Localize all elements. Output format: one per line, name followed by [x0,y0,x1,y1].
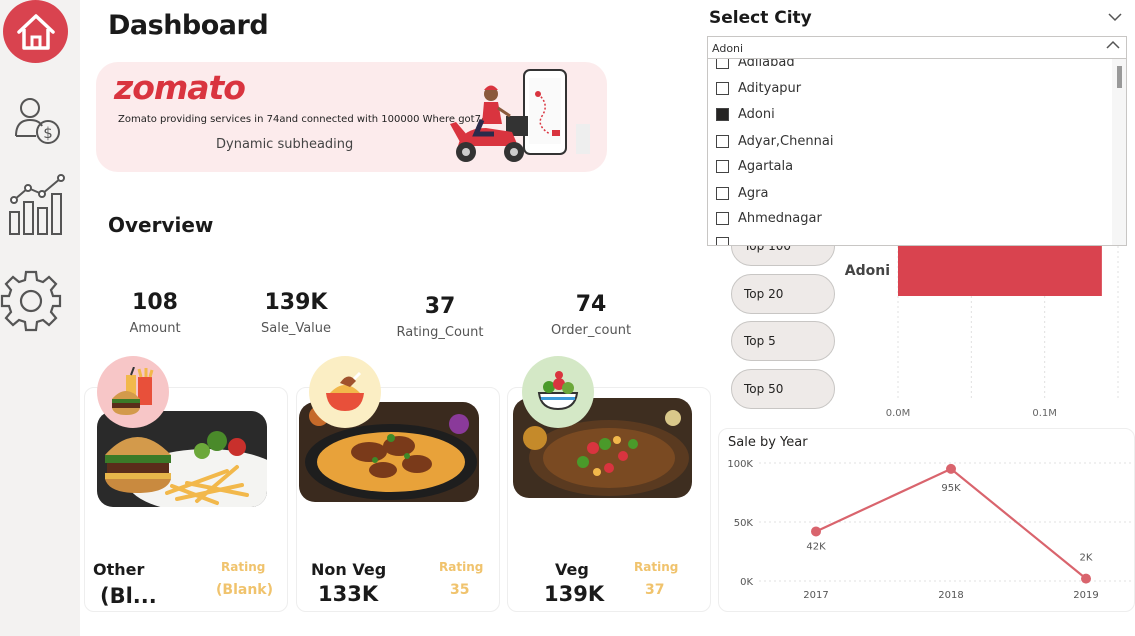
sidebar: $ [0,0,80,636]
top-20-button[interactable]: Top 20 [731,274,835,314]
top-5-button[interactable]: Top 5 [731,321,835,361]
analytics-chart-icon[interactable] [6,174,66,235]
city-option-agra[interactable]: Agra [716,186,768,201]
kpi-sale-value: 139K Sale_Value [246,290,346,336]
kpi-value: 37 [424,294,456,319]
checkbox[interactable] [716,82,729,95]
city-option-adityapur[interactable]: Adityapur [716,81,801,96]
delivery-scooter-icon [450,69,590,162]
y-tick-label: 100K [727,459,753,470]
category-name: Non Veg [311,560,387,579]
city-option-label: Adilabad [738,59,795,70]
category-name: Veg [555,560,589,579]
chevron-up-icon[interactable] [1106,39,1120,54]
city-option-label: Agartala [738,159,794,174]
city-option-adoni[interactable]: Adoni [716,107,775,122]
city-option-label: Adyar,Chennai [738,134,834,149]
kpi-label: Sale_Value [260,321,332,336]
city-dropdown[interactable]: Adoni Adilabad Adityapur Adoni Adyar,Che… [707,36,1127,246]
checkbox[interactable] [716,59,729,69]
rating-value: 35 [450,582,470,598]
page-title: Dashboard [108,10,269,41]
zomato-logo: zomato [114,68,246,107]
category-label: Adoni [845,263,890,279]
scrollbar-thumb[interactable] [1117,66,1122,88]
city-option-label: Ahmednagar [738,211,822,226]
kpi-value: 139K [264,290,328,315]
x-tick-label: 2018 [938,590,963,601]
city-option-label: Adoni [738,107,775,122]
kpi-order-count: 74 Order_count [541,292,641,338]
sale-by-year-line-chart: 0K 50K 100K 42K 2017 95K 2018 2K 2019 [727,459,1131,601]
fast-food-icon [97,356,169,428]
select-city-title: Select City [709,8,812,28]
city-sales-bar-chart: Adoni 0.0M 0.1M [845,246,1119,419]
banner-subheading: Dynamic subheading [216,137,354,152]
y-tick-label: 0K [740,577,753,588]
data-point [811,526,821,537]
rating-value: 37 [645,582,665,598]
city-option-adilabad[interactable]: Adilabad [716,59,795,70]
banner-text: Zomato providing services in 74and conne… [118,114,501,125]
category-card-veg[interactable]: Veg 139K Rating 37 [507,356,711,612]
top-50-button[interactable]: Top 50 [731,369,835,409]
selected-city-text: Adoni [712,42,744,55]
kpi-amount: 108 Amount [110,290,200,336]
y-tick-label: 50K [734,518,754,529]
chevron-down-icon[interactable] [1108,8,1122,26]
city-option-partial[interactable] [716,237,729,245]
checkbox[interactable] [716,160,729,173]
data-label: 42K [806,541,826,552]
overview-title: Overview [108,213,214,237]
city-options-list: Adilabad Adityapur Adoni Adyar,Chennai A… [708,59,1112,245]
kpi-value: 74 [575,292,607,317]
city-option-label: Agra [738,186,769,201]
category-value: 133K [318,582,379,606]
checkbox[interactable] [716,237,729,245]
category-card-other[interactable]: Other (Bl... Rating (Blank) [84,356,288,612]
rating-label: Rating [221,560,266,574]
checkbox-checked[interactable] [716,108,729,121]
svg-text:$: $ [43,124,53,142]
city-option-label: Adityapur [738,81,802,96]
data-point [1081,573,1091,584]
category-value: 139K [544,582,605,606]
data-label: 2K [1080,553,1093,564]
checkbox[interactable] [716,135,729,148]
kpi-label: Amount [129,321,181,336]
x-tick-label: 2019 [1073,590,1098,601]
zomato-banner: zomato Zomato providing services in 74an… [96,62,607,172]
settings-gear-icon[interactable] [0,270,62,332]
home-icon[interactable] [3,0,68,63]
dropdown-scrollbar[interactable] [1112,59,1126,245]
city-dropdown-selected[interactable]: Adoni [708,37,1126,59]
category-name-cont: (Bl... [100,584,157,608]
biryani-bowl-icon [309,356,381,428]
rating-label: Rating [439,560,484,574]
category-card-non-veg[interactable]: Non Veg 133K Rating 35 [296,356,500,612]
city-option-adyar-chennai[interactable]: Adyar,Chennai [716,134,833,149]
category-name: Other [93,560,145,579]
data-point [946,463,956,474]
kpi-label: Rating_Count [396,325,484,340]
bar [898,246,1102,296]
rating-value: (Blank) [216,582,273,598]
kpi-rating-count: 37 Rating_Count [385,294,495,340]
salad-bowl-icon [522,356,594,428]
city-option-agartala[interactable]: Agartala [716,159,793,174]
kpi-label: Order_count [550,323,632,338]
city-option-ahmednagar[interactable]: Ahmednagar [716,211,822,226]
rating-label: Rating [634,560,679,574]
x-tick-label: 0.1M [1032,408,1057,419]
checkbox[interactable] [716,212,729,225]
data-label: 95K [941,483,961,494]
kpi-value: 108 [132,290,178,315]
customer-money-icon[interactable]: $ [6,92,66,152]
x-tick-label: 0.0M [886,408,911,419]
x-tick-label: 2017 [803,590,828,601]
checkbox[interactable] [716,187,729,200]
sale-by-year-card: Sale by Year 0K 50K 100K 42K 2017 95K 2018 2K 20… [718,428,1135,612]
